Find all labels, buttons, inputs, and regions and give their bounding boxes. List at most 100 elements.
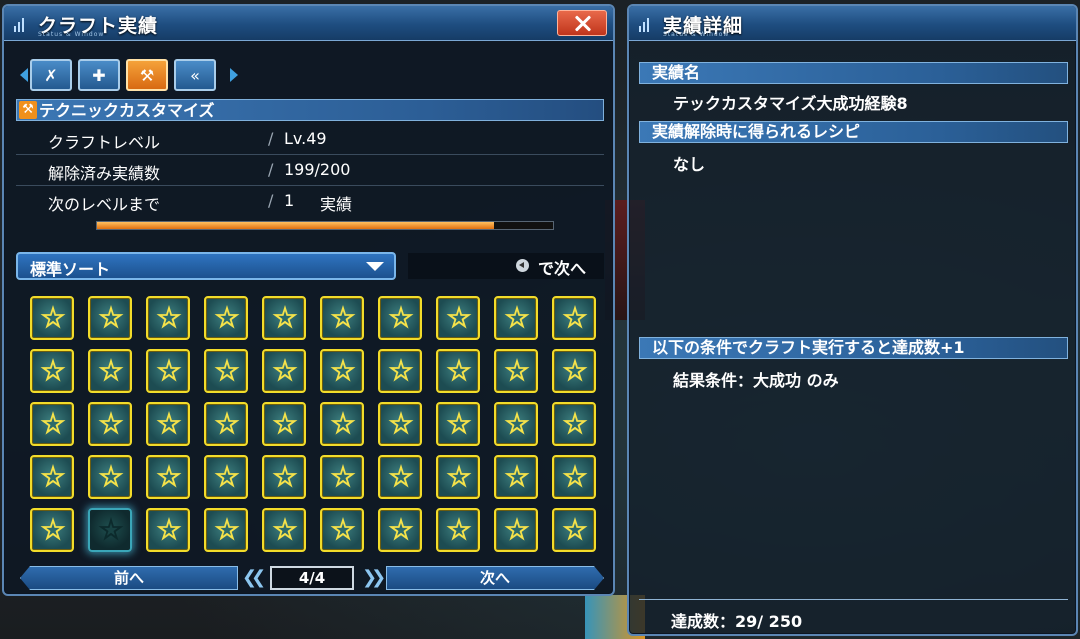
stat-value: Lv.49 — [284, 129, 327, 148]
stat-row-craft-level: クラフトレベル / Lv.49 — [16, 123, 604, 155]
star-badge-icon — [504, 464, 530, 488]
achievement-cell[interactable] — [494, 455, 538, 499]
achievement-cell[interactable] — [204, 455, 248, 499]
achievement-cell[interactable] — [320, 349, 364, 393]
window-titlebar[interactable]: 実績詳細 Status & Window — [629, 6, 1076, 41]
achievement-cell[interactable] — [436, 349, 480, 393]
achievement-cell[interactable] — [378, 402, 422, 446]
achievement-cell[interactable] — [494, 296, 538, 340]
achievement-cell[interactable] — [146, 296, 190, 340]
achievement-cell[interactable] — [436, 508, 480, 552]
achievement-cell[interactable] — [30, 508, 74, 552]
star-badge-icon — [156, 517, 182, 541]
achievement-cell[interactable] — [552, 508, 596, 552]
achievement-cell[interactable] — [30, 402, 74, 446]
close-button[interactable] — [557, 10, 607, 36]
achievement-cell[interactable] — [88, 455, 132, 499]
achievement-cell[interactable] — [378, 296, 422, 340]
signal-icon — [639, 16, 655, 32]
star-badge-icon — [156, 411, 182, 435]
achievement-cell[interactable] — [204, 349, 248, 393]
sort-dropdown[interactable]: 標準ソート — [16, 252, 396, 280]
achievement-cell[interactable] — [378, 455, 422, 499]
tab-prev-arrow-icon[interactable] — [20, 68, 28, 82]
achievement-cell[interactable] — [320, 402, 364, 446]
star-badge-icon — [272, 411, 298, 435]
achievement-cell[interactable] — [262, 349, 306, 393]
star-badge-icon — [40, 464, 66, 488]
tab-wrench[interactable]: ⚒ — [126, 59, 168, 91]
achievement-cell[interactable] — [146, 508, 190, 552]
achievement-cell[interactable] — [552, 455, 596, 499]
achievement-cell[interactable] — [436, 455, 480, 499]
stat-label: クラフトレベル — [48, 133, 161, 152]
next-hint: で次へ — [408, 253, 604, 279]
achievement-cell[interactable] — [320, 508, 364, 552]
achievement-cell[interactable] — [436, 296, 480, 340]
prev-page-button[interactable]: 前へ — [20, 566, 238, 590]
sort-selected-value: 標準ソート — [30, 260, 111, 279]
star-badge-icon — [330, 305, 356, 329]
achievement-cell-selected[interactable] — [88, 508, 132, 552]
achievement-cell[interactable] — [494, 349, 538, 393]
achievement-cell[interactable] — [552, 349, 596, 393]
achievement-cell[interactable] — [146, 455, 190, 499]
star-badge-icon — [98, 464, 124, 488]
achievement-cell[interactable] — [262, 402, 306, 446]
achievement-cell[interactable] — [494, 402, 538, 446]
recipe-header: 実績解除時に得られるレシピ — [639, 121, 1068, 143]
star-badge-icon — [504, 305, 530, 329]
next-page-button[interactable]: 次へ — [386, 566, 604, 590]
star-badge-icon — [40, 411, 66, 435]
star-badge-icon — [98, 517, 124, 541]
star-badge-icon — [330, 464, 356, 488]
achievement-cell[interactable] — [30, 349, 74, 393]
achievement-cell[interactable] — [204, 296, 248, 340]
achievement-cell[interactable] — [30, 455, 74, 499]
recipe-value: なし — [673, 155, 706, 174]
achievement-cell[interactable] — [262, 508, 306, 552]
achievement-cell[interactable] — [320, 296, 364, 340]
star-badge-icon — [504, 358, 530, 382]
tab-double-arrow[interactable]: « — [174, 59, 216, 91]
achievement-cell[interactable] — [320, 455, 364, 499]
achievement-cell[interactable] — [552, 402, 596, 446]
achievement-cell[interactable] — [436, 402, 480, 446]
tab-sword-craft[interactable]: ✗ — [30, 59, 72, 91]
stat-row-next-level: 次のレベルまで / 1 実績 — [16, 185, 604, 216]
achievement-cell[interactable] — [146, 349, 190, 393]
star-badge-icon — [156, 358, 182, 382]
achievement-cell[interactable] — [88, 402, 132, 446]
chevron-left-icon[interactable]: ❮❮ — [242, 567, 266, 588]
achievement-cell[interactable] — [378, 508, 422, 552]
star-badge-icon — [388, 358, 414, 382]
page-counter: 4/4 — [270, 566, 354, 590]
achievement-cell[interactable] — [204, 508, 248, 552]
achievement-cell[interactable] — [30, 296, 74, 340]
achievement-cell[interactable] — [378, 349, 422, 393]
achievement-progress: 達成数：29/ 250 — [671, 612, 803, 631]
star-badge-icon — [98, 358, 124, 382]
window-titlebar[interactable]: クラフト実績 Status & Window — [4, 6, 613, 41]
chevron-right-icon[interactable]: ❯❯ — [362, 567, 386, 588]
star-badge-icon — [272, 464, 298, 488]
condition-header: 以下の条件でクラフト実行すると達成数+1 — [639, 337, 1068, 359]
progress-fill — [97, 222, 494, 229]
tab-next-arrow-icon[interactable] — [230, 68, 238, 82]
weapon-plus-icon: ✚ — [92, 65, 106, 85]
tab-weapon-plus[interactable]: ✚ — [78, 59, 120, 91]
star-badge-icon — [214, 411, 240, 435]
achievement-cell[interactable] — [204, 402, 248, 446]
star-badge-icon — [388, 305, 414, 329]
achievement-cell[interactable] — [88, 349, 132, 393]
achievement-cell[interactable] — [88, 296, 132, 340]
achievement-cell[interactable] — [552, 296, 596, 340]
divider — [639, 599, 1068, 600]
star-badge-icon — [562, 305, 588, 329]
achievement-cell[interactable] — [262, 455, 306, 499]
stat-label: 解除済み実績数 — [48, 164, 161, 183]
achievement-cell[interactable] — [146, 402, 190, 446]
category-title: テクニックカスタマイズ — [39, 101, 215, 120]
achievement-cell[interactable] — [262, 296, 306, 340]
achievement-cell[interactable] — [494, 508, 538, 552]
